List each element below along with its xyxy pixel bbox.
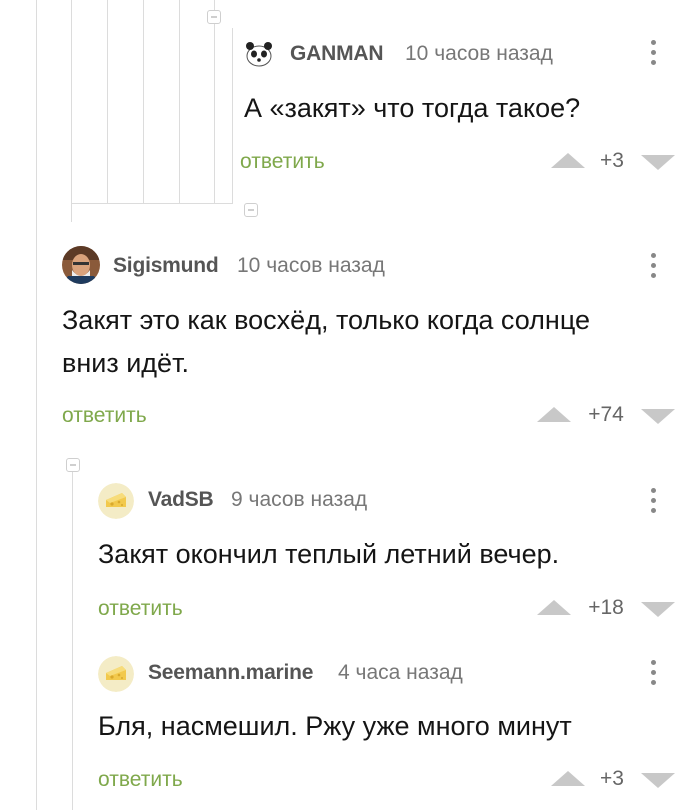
collapse-thread-button[interactable] [244,203,258,217]
thread-line [143,0,144,203]
comment-author[interactable]: VadSB [148,488,214,512]
reply-button[interactable]: ответить [62,404,147,428]
upvote-icon[interactable] [551,771,585,786]
reply-button[interactable]: ответить [98,597,183,621]
panda-avatar-icon[interactable] [244,40,274,70]
downvote-icon[interactable] [641,155,675,170]
upvote-icon[interactable] [537,600,571,615]
comment-rating: +18 [588,596,624,619]
comment-author[interactable]: Seemann.marine [148,661,313,685]
collapse-thread-button[interactable] [66,458,80,472]
thread-line [232,28,233,203]
user-photo-avatar[interactable] [62,246,100,284]
thread-line [71,203,233,204]
more-options-icon[interactable] [649,488,657,518]
comment-rating: +74 [588,403,624,426]
comment-rating: +3 [600,767,624,790]
upvote-icon[interactable] [551,153,585,168]
cheese-avatar-icon[interactable] [98,483,134,519]
reply-button[interactable]: ответить [98,768,183,792]
thread-line [179,0,180,203]
comment-rating: +3 [600,149,624,172]
comment-text: вниз идёт. [62,348,189,378]
collapse-thread-button[interactable] [207,10,221,24]
comment-author[interactable]: GANMAN [290,42,383,66]
more-options-icon[interactable] [649,660,657,690]
comment-time: 10 часов назад [405,42,553,65]
comment-author[interactable]: Sigismund [113,254,219,278]
thread-line [36,0,37,810]
thread-line [107,0,108,203]
comment-text: А «закят» что тогда такое? [244,93,581,123]
thread-line [72,472,73,810]
comment-time: 9 часов назад [231,488,368,511]
downvote-icon[interactable] [641,773,675,788]
upvote-icon[interactable] [537,407,571,422]
comment-text: Бля, насмешил. Ржу уже много минут [98,711,572,741]
downvote-icon[interactable] [641,602,675,617]
downvote-icon[interactable] [641,409,675,424]
thread-line [214,0,215,203]
cheese-avatar-icon[interactable] [98,656,134,692]
more-options-icon[interactable] [649,253,657,283]
comment-text: Закят это как восхёд, только когда солнц… [62,305,591,335]
more-options-icon[interactable] [649,40,657,70]
reply-button[interactable]: ответить [240,150,325,174]
comment-text: Закят окончил теплый летний вечер. [98,539,560,569]
comment-time: 4 часа назад [338,661,463,684]
comment-time: 10 часов назад [237,254,385,277]
thread-line [71,0,72,222]
